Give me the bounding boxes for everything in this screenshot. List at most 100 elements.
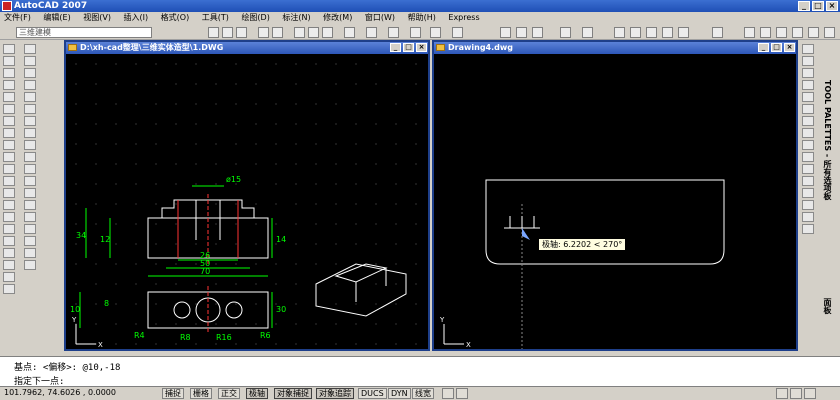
coordinate-readout[interactable]: 101.7962, 74.6026 , 0.0000 (2, 388, 160, 399)
palette-tool-9-icon[interactable] (802, 140, 814, 150)
tray-clean-screen-icon[interactable] (804, 388, 816, 399)
menu-draw[interactable]: 绘图(D) (241, 13, 269, 22)
tray-settings-icon[interactable] (790, 388, 802, 399)
ortho-toggle[interactable]: 正交 (218, 388, 240, 399)
table-icon[interactable] (24, 248, 36, 258)
cone-icon[interactable] (3, 80, 15, 90)
snap-toggle[interactable]: 捕捉 (162, 388, 184, 399)
maximize-button[interactable]: □ (812, 1, 824, 11)
color-icon[interactable] (808, 27, 819, 38)
drawing-window-2-title-bar[interactable]: Drawing4.dwg _ □ × (434, 42, 796, 54)
menu-modify[interactable]: 修改(M) (323, 13, 352, 22)
dim-radius-icon[interactable] (646, 27, 657, 38)
minimize-button[interactable]: _ (798, 1, 810, 11)
dyn-toggle[interactable]: DYN (388, 388, 411, 399)
open-icon[interactable] (222, 27, 233, 38)
drawing-1-maximize-button[interactable]: □ (403, 43, 414, 52)
layer-props-icon[interactable] (824, 27, 835, 38)
region-icon[interactable] (24, 236, 36, 246)
model-canvas-1[interactable]: ø15 34 12 14 26 50 70 10 30 R4 R8 R16 R6… (66, 54, 428, 349)
palette-tool-3-icon[interactable] (802, 68, 814, 78)
close-button[interactable]: × (826, 1, 838, 11)
palette-tool-13-icon[interactable] (802, 188, 814, 198)
ellipse-arc-icon[interactable] (24, 164, 36, 174)
cut-icon[interactable] (294, 27, 305, 38)
dim-aligned-icon[interactable] (630, 27, 641, 38)
palette-tool-2-icon[interactable] (802, 56, 814, 66)
light-icon[interactable] (760, 27, 771, 38)
extrude-icon[interactable] (3, 116, 15, 126)
drawing-1-minimize-button[interactable]: _ (390, 43, 401, 52)
palette-tool-11-icon[interactable] (802, 164, 814, 174)
palette-tool-4-icon[interactable] (802, 80, 814, 90)
zoom-icon[interactable] (430, 27, 441, 38)
undo-icon[interactable] (366, 27, 377, 38)
ucs-world-icon[interactable] (3, 212, 15, 222)
model-canvas-2[interactable]: X Y 极轴: 6.2202 < 270° (434, 54, 796, 349)
section-icon[interactable] (3, 152, 15, 162)
palette-tool-14-icon[interactable] (802, 200, 814, 210)
line-icon[interactable] (24, 44, 36, 54)
drawing-2-maximize-button[interactable]: □ (771, 43, 782, 52)
design-center-icon[interactable] (516, 27, 527, 38)
lock-icon[interactable] (792, 27, 803, 38)
orbit-icon[interactable] (3, 284, 15, 294)
paste-icon[interactable] (322, 27, 333, 38)
revolve-icon[interactable] (3, 128, 15, 138)
layer-icon[interactable] (744, 27, 755, 38)
box-icon[interactable] (3, 44, 15, 54)
cylinder-icon[interactable] (3, 68, 15, 78)
sun-icon[interactable] (776, 27, 787, 38)
palette-tool-5-icon[interactable] (802, 92, 814, 102)
sphere-icon[interactable] (3, 56, 15, 66)
markup-icon[interactable] (560, 27, 571, 38)
menu-window[interactable]: 窗口(W) (365, 13, 395, 22)
grid-toggle[interactable]: 栅格 (190, 388, 212, 399)
make-block-icon[interactable] (24, 188, 36, 198)
menu-express[interactable]: Express (448, 13, 479, 22)
plot-icon[interactable] (258, 27, 269, 38)
view-iso-icon[interactable] (3, 248, 15, 258)
union-icon[interactable] (3, 164, 15, 174)
zoom-window-icon[interactable] (452, 27, 463, 38)
properties-icon[interactable] (500, 27, 511, 38)
menu-edit[interactable]: 编辑(E) (43, 13, 70, 22)
match-icon[interactable] (344, 27, 355, 38)
ducs-toggle[interactable]: DUCS (358, 388, 387, 399)
view-top-icon[interactable] (3, 224, 15, 234)
new-icon[interactable] (208, 27, 219, 38)
lineweight-toggle[interactable]: 线宽 (412, 388, 434, 399)
menu-insert[interactable]: 插入(I) (124, 13, 149, 22)
insert-block-icon[interactable] (24, 176, 36, 186)
command-window[interactable]: 基点: <偏移>: @10,-18 指定下一点: (0, 356, 840, 387)
palette-tool-10-icon[interactable] (802, 152, 814, 162)
menu-tools[interactable]: 工具(T) (202, 13, 229, 22)
palette-tool-16-icon[interactable] (802, 224, 814, 234)
arc-icon[interactable] (24, 104, 36, 114)
torus-icon[interactable] (3, 104, 15, 114)
menu-file[interactable]: 文件(F) (4, 13, 31, 22)
palette-tool-8-icon[interactable] (802, 128, 814, 138)
hatch-icon[interactable] (24, 212, 36, 222)
calc-icon[interactable] (582, 27, 593, 38)
polygon-icon[interactable] (24, 80, 36, 90)
menu-help[interactable]: 帮助(H) (408, 13, 436, 22)
command-prompt-line[interactable]: 指定下一点: (14, 374, 64, 387)
rectangle-icon[interactable] (24, 92, 36, 102)
panel-label[interactable]: 面板 (822, 298, 833, 314)
drawing-2-close-button[interactable]: × (784, 43, 795, 52)
gradient-icon[interactable] (24, 224, 36, 234)
copy-icon[interactable] (308, 27, 319, 38)
ellipse-icon[interactable] (24, 152, 36, 162)
shade-icon[interactable] (3, 260, 15, 270)
circle-icon[interactable] (24, 116, 36, 126)
view-front-icon[interactable] (3, 236, 15, 246)
palette-icon[interactable] (532, 27, 543, 38)
tool-palettes-label[interactable]: TOOL PALETTES - 所有选项板 (822, 80, 833, 200)
pan-icon[interactable] (410, 27, 421, 38)
otrack-toggle[interactable]: 对象追踪 (316, 388, 354, 399)
model-icon[interactable] (442, 388, 454, 399)
drawing-window-1-title-bar[interactable]: D:\xh-cad整理\三维实体造型\1.DWG _ □ × (66, 42, 428, 54)
construction-line-icon[interactable] (24, 56, 36, 66)
layout-icon[interactable] (456, 388, 468, 399)
